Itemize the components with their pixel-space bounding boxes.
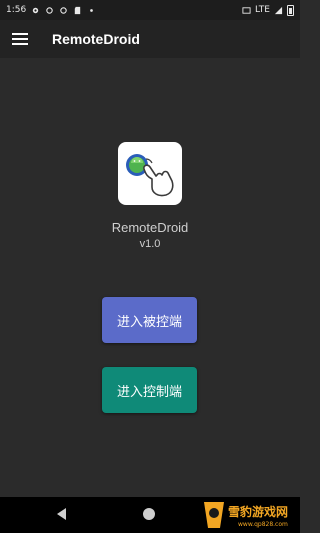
- sync-icon-2: [60, 6, 67, 14]
- hamburger-menu-icon: [12, 33, 28, 45]
- back-triangle-icon[interactable]: [55, 507, 67, 521]
- app-logo: [118, 142, 182, 205]
- app-version-label: v1.0: [139, 238, 161, 250]
- remotedroid-logo-icon: [126, 153, 174, 196]
- dot-icon: [90, 8, 94, 12]
- network-type: LTE: [255, 5, 270, 15]
- watermark-url: www.qp828.com: [238, 521, 288, 528]
- home-circle-icon[interactable]: [143, 508, 155, 520]
- status-time: 1:56: [6, 5, 27, 15]
- app-title: RemoteDroid: [52, 31, 140, 47]
- signal-icon: [274, 6, 283, 14]
- menu-button[interactable]: [0, 20, 40, 58]
- battery-icon: [287, 4, 294, 16]
- enter-controlled-button[interactable]: 进入被控端: [102, 297, 197, 343]
- sync-icon: [46, 6, 53, 14]
- sd-card-icon: [75, 6, 81, 14]
- settings-icon: [33, 7, 39, 13]
- watermark-text: 雪豹游戏网: [228, 505, 289, 519]
- app-name-label: RemoteDroid: [111, 220, 189, 235]
- enter-controller-button[interactable]: 进入控制端: [102, 367, 197, 413]
- status-bar: 1:56 LTE: [0, 0, 300, 20]
- app-bar: RemoteDroid: [0, 20, 300, 58]
- cast-icon: [242, 6, 251, 14]
